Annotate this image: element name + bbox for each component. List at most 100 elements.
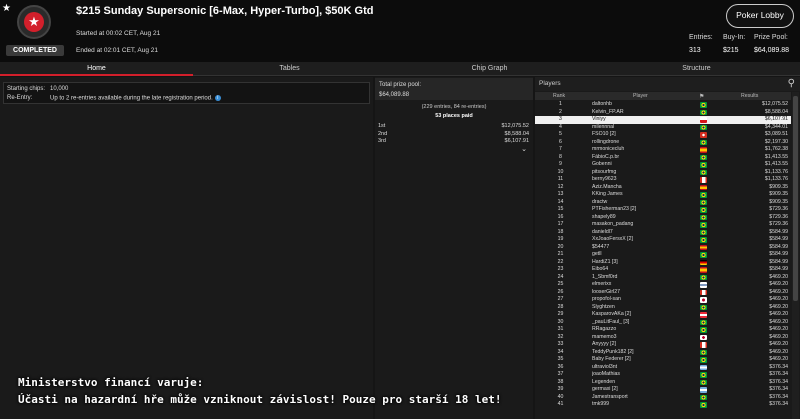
player-row[interactable]: 30 _pauLitFaul_ [3] $469.20: [535, 319, 791, 327]
country-flag-icon: [700, 117, 707, 123]
player-rank: 4: [559, 123, 562, 130]
player-row[interactable]: 11 berny9623 $1,133.76: [535, 176, 791, 184]
player-row[interactable]: 39 germaxi [2] $376.34: [535, 386, 791, 394]
player-row[interactable]: 17 masakon_padang $729.36: [535, 221, 791, 229]
country-flag-icon: [700, 379, 707, 385]
player-result: $8,588.04: [764, 108, 788, 115]
player-row[interactable]: 9 Gobenni $1,413.55: [535, 161, 791, 169]
player-row[interactable]: 2 Kelvin_FP.AR $8,588.04: [535, 109, 791, 117]
player-row[interactable]: 5 FSO10 [2] $3,089.51: [535, 131, 791, 139]
player-row[interactable]: 27 propofol-san $469.20: [535, 296, 791, 304]
player-name: Eibo64: [592, 266, 609, 272]
country-flag-icon: [700, 222, 707, 228]
player-row[interactable]: 1 daltonhb $12,075.52: [535, 101, 791, 109]
poker-lobby-button[interactable]: Poker Lobby: [726, 4, 794, 28]
player-rank: 13: [557, 191, 564, 197]
reentry-value: Up to 2 re-entries available during the …: [50, 95, 213, 102]
player-rank: 27: [557, 296, 564, 302]
country-flag-icon: [700, 237, 707, 243]
search-icon[interactable]: ⚲: [788, 78, 795, 89]
country-flag-icon: [700, 102, 707, 108]
country-flag-icon: [700, 289, 707, 295]
player-result: $909.35: [769, 183, 788, 190]
player-result: $584.99: [769, 243, 788, 250]
player-column-header[interactable]: Player: [633, 93, 648, 99]
tournament-title: $215 Sunday Supersonic [6-Max, Hyper-Tur…: [76, 5, 374, 17]
players-scrollbar[interactable]: [792, 92, 799, 419]
player-name: berny9623: [592, 176, 617, 182]
country-flag-icon: [700, 387, 707, 393]
payout-amount: $12,075.52: [501, 123, 529, 129]
player-row[interactable]: 13 KKing James $909.35: [535, 191, 791, 199]
player-row[interactable]: 24 1_Sbmf0rd $469.20: [535, 274, 791, 282]
player-result: $584.99: [769, 258, 788, 265]
player-result: $469.20: [769, 273, 788, 280]
player-row[interactable]: 22 HardiZ1 [3] $584.99: [535, 259, 791, 267]
player-row[interactable]: 10 pitsourfmg $1,133.76: [535, 169, 791, 177]
player-row[interactable]: 35 Baby Federer [2] $469.20: [535, 356, 791, 364]
player-row[interactable]: 25 elmerixx $469.20: [535, 281, 791, 289]
player-row[interactable]: 15 PTFisherman23 [2] $729.36: [535, 206, 791, 214]
player-row[interactable]: 8 FábioC.p.br $1,413.55: [535, 154, 791, 162]
player-rank: 2: [559, 108, 562, 115]
entries-note: (229 entries, 84 re-entries): [421, 104, 487, 110]
warning-line-1: Ministerstvo financí varuje:: [18, 376, 204, 389]
player-row[interactable]: 12 Aziz.Mancha $909.35: [535, 184, 791, 192]
player-row[interactable]: 6 rollingdrone $2,197.30: [535, 139, 791, 147]
player-row[interactable]: 3 Viniyy $6,107.91: [535, 116, 791, 124]
player-row[interactable]: 32 mamemo3 $469.20: [535, 334, 791, 342]
player-row[interactable]: 21 getll $584.99: [535, 251, 791, 259]
player-row[interactable]: 20 $54477 $584.99: [535, 244, 791, 252]
player-row[interactable]: 36 ultraviol3nt $376.34: [535, 364, 791, 372]
country-flag-icon: [700, 274, 707, 280]
player-row[interactable]: 7 mrmonicecluh $1,762.38: [535, 146, 791, 154]
player-row[interactable]: 23 Eibo64 $584.99: [535, 266, 791, 274]
player-rank: 30: [557, 318, 564, 325]
player-row[interactable]: 16 shapely89 $729.36: [535, 214, 791, 222]
favorite-star-icon[interactable]: ★: [2, 3, 11, 14]
places-paid: 53 places paid: [435, 113, 473, 119]
scrollbar-thumb[interactable]: [793, 96, 798, 301]
player-row[interactable]: 19 XxJoaoFersxX [2] $584.99: [535, 236, 791, 244]
player-result: $909.35: [769, 191, 788, 197]
player-row[interactable]: 28 Slyghtzen $469.20: [535, 304, 791, 312]
country-flag-icon: [700, 162, 707, 168]
player-result: $469.20: [769, 281, 788, 287]
player-row[interactable]: 37 joaoMathias $376.34: [535, 371, 791, 379]
player-row[interactable]: 14 dractw $909.35: [535, 199, 791, 207]
header: ★ ★ COMPLETED $215 Sunday Supersonic [6-…: [0, 0, 800, 62]
flag-column-icon[interactable]: ⚑: [699, 93, 704, 100]
player-row[interactable]: 29 KasparovAKa [2] $469.20: [535, 311, 791, 319]
player-row[interactable]: 41 tmk999 $376.34: [535, 401, 791, 409]
tab-chip-graph[interactable]: Chip Graph: [393, 62, 586, 76]
player-row[interactable]: 40 Jamestransport $376.34: [535, 394, 791, 402]
player-rank: 26: [557, 288, 564, 295]
player-row[interactable]: 31 RRagazzo $469.20: [535, 326, 791, 334]
country-flag-icon: [700, 327, 707, 333]
player-row[interactable]: 26 looserGirl27 $469.20: [535, 289, 791, 297]
results-column-header[interactable]: Results: [741, 93, 758, 99]
tab-tables[interactable]: Tables: [193, 62, 386, 76]
player-row[interactable]: 18 danieldl7 $584.99: [535, 229, 791, 237]
chevron-down-icon[interactable]: ⌄: [521, 145, 527, 153]
player-rank: 11: [557, 176, 564, 182]
player-result: $584.99: [769, 228, 788, 235]
info-icon[interactable]: i: [214, 95, 221, 101]
player-result: $2,197.30: [764, 138, 788, 145]
country-flag-icon: [700, 319, 707, 325]
player-rank: 33: [557, 341, 564, 347]
player-row[interactable]: 4 milennnal $4,344.01: [535, 124, 791, 132]
country-flag-icon: [700, 132, 707, 138]
prize-pool-value: $64,089.88: [379, 92, 410, 98]
player-name: Gobenni: [592, 161, 612, 167]
rank-column-header[interactable]: Rank: [553, 93, 565, 99]
player-row[interactable]: 34 TeddyPunk182 [2] $469.20: [535, 349, 791, 357]
tab-home[interactable]: Home: [0, 62, 193, 76]
player-name: germaxi [2]: [592, 386, 618, 392]
player-result: $12,075.52: [762, 101, 788, 107]
player-row[interactable]: 33 Anyyyy [2] $469.20: [535, 341, 791, 349]
player-row[interactable]: 38 Legenden $376.34: [535, 379, 791, 387]
player-name: milennnal: [592, 123, 615, 130]
country-flag-icon: [700, 109, 707, 115]
tab-structure[interactable]: Structure: [600, 62, 793, 76]
